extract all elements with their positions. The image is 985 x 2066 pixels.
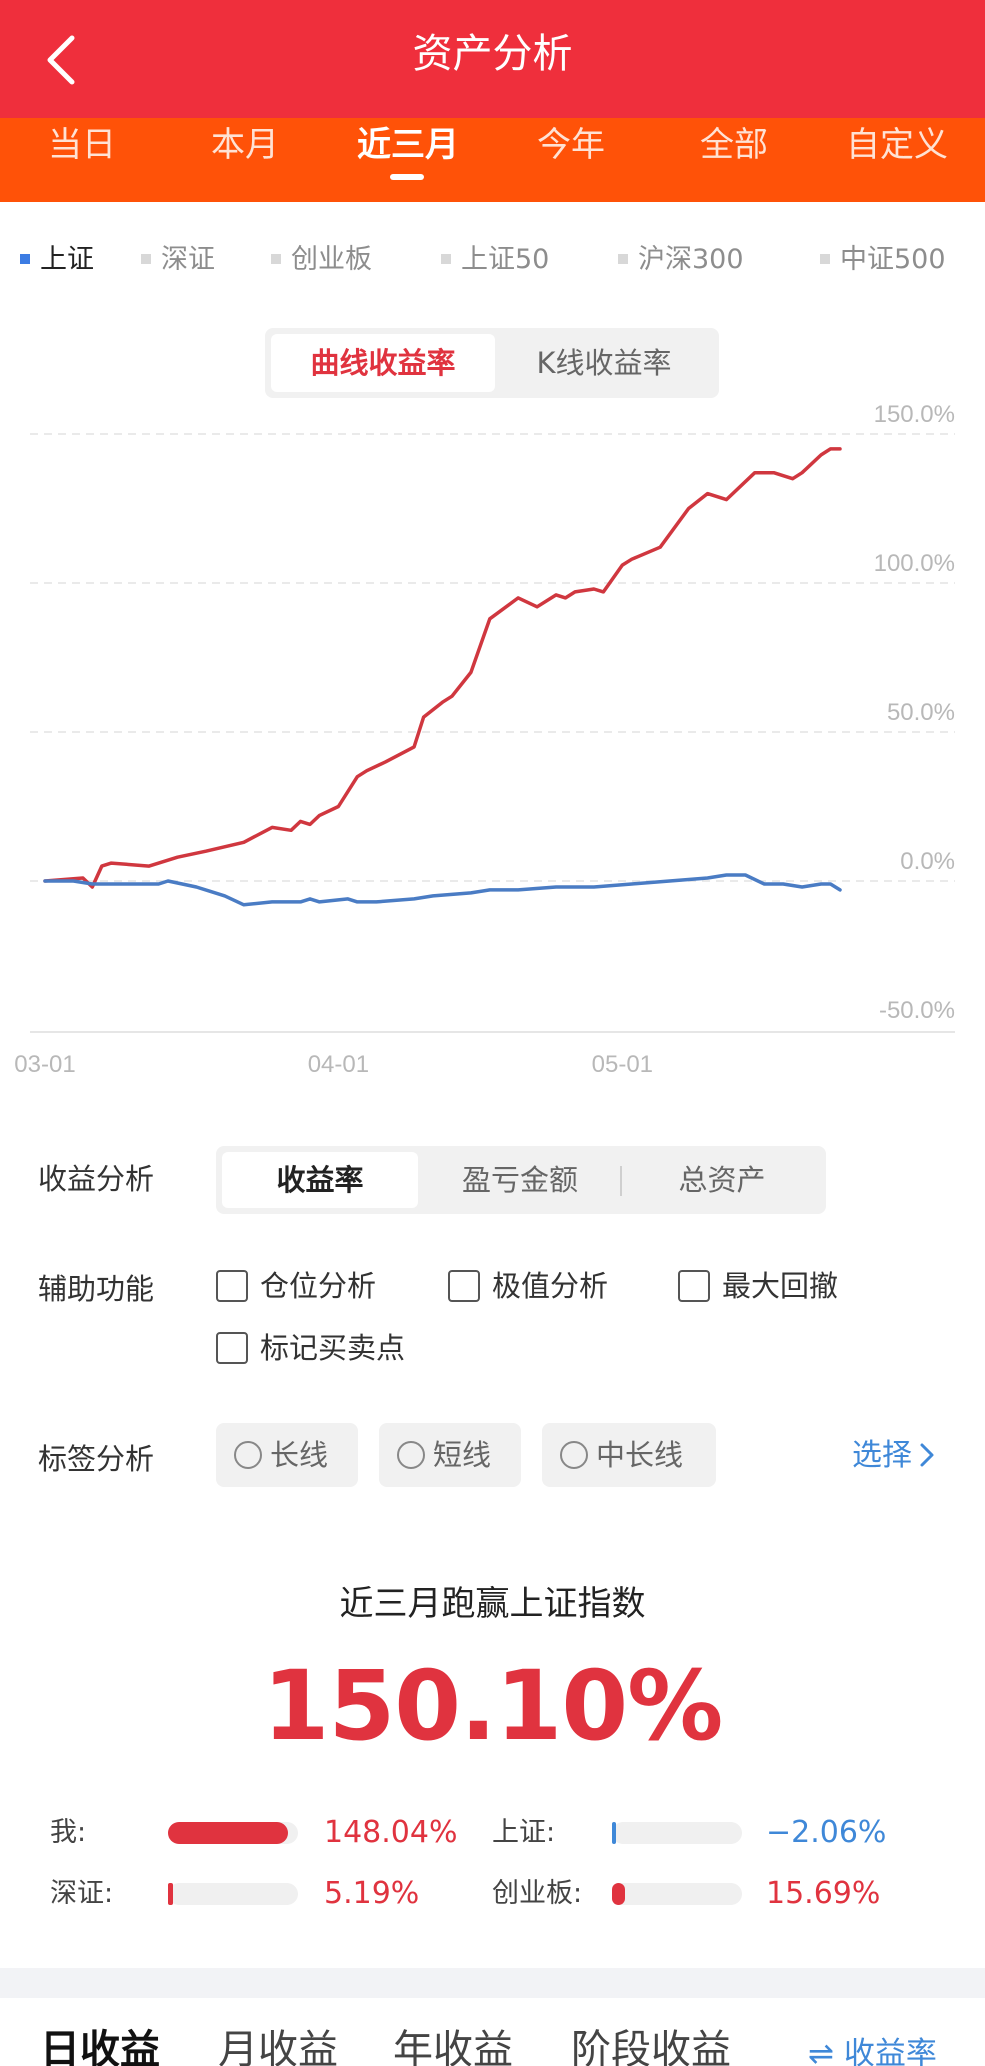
index-option-sse50[interactable]: 上证50	[441, 238, 549, 282]
tag-long-term[interactable]: 长线	[216, 1423, 358, 1487]
tab-stage-return[interactable]: 阶段收益	[571, 2020, 731, 2066]
index-option-szse[interactable]: 深证	[141, 238, 215, 282]
tab-monthly-return[interactable]: 月收益	[218, 2020, 338, 2066]
y-tick-label: 0.0%	[900, 848, 955, 875]
legend-dot-icon	[20, 253, 30, 264]
tab-this-month[interactable]: 本月	[163, 118, 327, 202]
index-option-csi500[interactable]: 中证500	[820, 238, 946, 282]
profit-analysis-switch: 收益率 盈亏金额 总资产	[216, 1146, 826, 1214]
index-option-chinext[interactable]: 创业板	[271, 238, 372, 282]
chart-mode-switch: 曲线收益率 K线收益率	[265, 328, 719, 398]
tab-this-year[interactable]: 今年	[489, 118, 653, 202]
return-chart: 150.0% 100.0% 50.0% 0.0% -50.0% 03-01 04-01 05-…	[14, 401, 955, 1078]
compare-value-chinext: 15.69%	[766, 1876, 881, 1911]
max-drawdown-checkbox[interactable]: 最大回撤	[678, 1266, 838, 1306]
legend-dot-icon	[618, 253, 628, 264]
y-tick-label: -50.0%	[879, 997, 955, 1024]
legend-dot-icon	[441, 253, 451, 264]
period-tab-bar: 当日 本月 近三月 今年 全部 自定义	[0, 118, 985, 202]
checkbox-icon	[678, 1270, 710, 1302]
checkbox-icon	[216, 1332, 248, 1364]
compare-value-sse: −2.06%	[766, 1815, 887, 1850]
compare-bar-szse	[168, 1883, 298, 1905]
radio-icon	[397, 1441, 425, 1469]
tab-three-months[interactable]: 近三月	[326, 118, 490, 202]
return-rate-toggle[interactable]: ⇌ 收益率	[808, 2030, 937, 2066]
total-assets-option[interactable]: 总资产	[624, 1152, 820, 1208]
chevron-right-icon	[920, 1443, 934, 1466]
beat-index-value: 150.10%	[262, 1650, 724, 1762]
kline-return-option[interactable]: K线收益率	[495, 334, 713, 392]
app-header: 资产分析	[0, 0, 985, 120]
tab-today[interactable]: 当日	[0, 118, 164, 202]
profit-amount-option[interactable]: 盈亏金额	[422, 1152, 618, 1208]
aux-functions-label: 辅助功能	[38, 1272, 155, 1306]
tab-all[interactable]: 全部	[652, 118, 816, 202]
y-tick-label: 100.0%	[874, 550, 955, 577]
compare-bar-me	[168, 1822, 298, 1844]
y-tick-label: 50.0%	[887, 699, 955, 726]
compare-bar-fill	[612, 1883, 625, 1905]
y-tick-label: 150.0%	[874, 401, 955, 428]
my-return-line	[43, 447, 842, 889]
checkbox-icon	[448, 1270, 480, 1302]
legend-dot-icon	[271, 253, 281, 264]
tab-custom[interactable]: 自定义	[815, 118, 979, 202]
segment-divider	[620, 1166, 622, 1196]
tag-mid-long-term[interactable]: 中长线	[542, 1423, 716, 1487]
compare-bar-fill	[612, 1822, 616, 1844]
profit-analysis-label: 收益分析	[38, 1162, 155, 1196]
radio-icon	[234, 1441, 262, 1469]
return-rate-option[interactable]: 收益率	[222, 1152, 418, 1208]
page-title: 资产分析	[412, 31, 573, 77]
tab-daily-return[interactable]: 日收益	[40, 2020, 160, 2066]
section-divider-band	[0, 1968, 985, 1998]
tag-short-term[interactable]: 短线	[379, 1423, 521, 1487]
beat-index-title: 近三月跑赢上证指数	[339, 1584, 646, 1624]
legend-dot-icon	[820, 253, 830, 264]
compare-label-me: 我:	[50, 1817, 87, 1848]
compare-label-szse: 深证:	[50, 1878, 114, 1909]
x-tick-label: 03-01	[14, 1051, 75, 1078]
legend-dot-icon	[141, 253, 151, 264]
mark-trades-checkbox[interactable]: 标记买卖点	[216, 1328, 405, 1368]
radio-icon	[560, 1441, 588, 1469]
compare-label-chinext: 创业板:	[492, 1878, 583, 1909]
extreme-analysis-checkbox[interactable]: 极值分析	[448, 1266, 608, 1306]
tag-analysis-label: 标签分析	[38, 1442, 155, 1476]
compare-bar-fill	[168, 1822, 288, 1844]
x-tick-label: 04-01	[308, 1051, 369, 1078]
choose-tags-link[interactable]: 选择	[852, 1434, 938, 1478]
compare-bar-chinext	[612, 1883, 742, 1905]
active-tab-indicator	[390, 174, 424, 180]
checkbox-icon	[216, 1270, 248, 1302]
compare-value-me: 148.04%	[324, 1815, 458, 1850]
curve-return-option[interactable]: 曲线收益率	[271, 334, 495, 392]
index-option-csi300[interactable]: 沪深300	[618, 238, 744, 282]
compare-value-szse: 5.19%	[324, 1876, 420, 1911]
tab-yearly-return[interactable]: 年收益	[393, 2020, 513, 2066]
compare-bar-sse	[612, 1822, 742, 1844]
compare-label-sse: 上证:	[492, 1817, 556, 1848]
x-tick-label: 05-01	[592, 1051, 653, 1078]
position-analysis-checkbox[interactable]: 仓位分析	[216, 1266, 376, 1306]
compare-bar-fill	[168, 1883, 173, 1905]
index-option-sse[interactable]: 上证	[20, 238, 94, 282]
index-return-line	[43, 873, 842, 907]
